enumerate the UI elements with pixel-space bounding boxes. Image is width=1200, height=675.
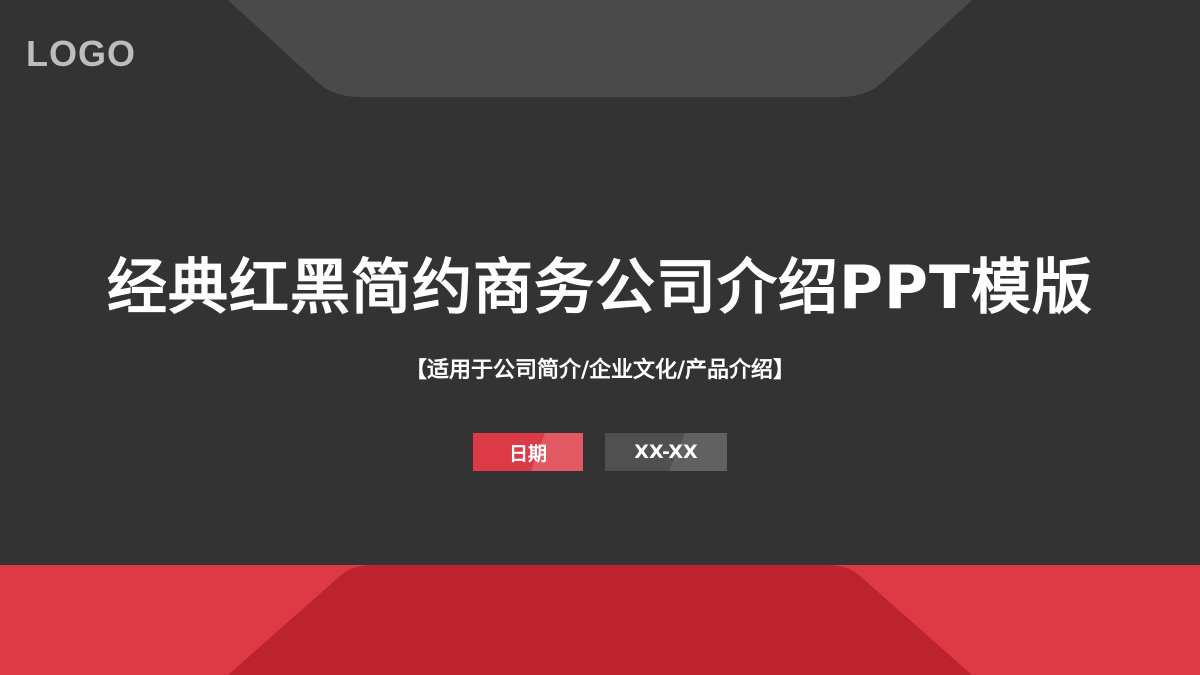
bottom-band-dark (228, 565, 972, 675)
date-label: 日期 (508, 442, 547, 465)
slide: LOGO 经典红黑简约商务公司介绍PPT模版 【适用于公司简介/企业文化/产品介… (0, 0, 1200, 675)
date-value-tag: XX-XX (605, 433, 727, 471)
page-subtitle: 【适用于公司简介/企业文化/产品介绍】 (404, 358, 796, 383)
background-shapes (0, 0, 1200, 675)
date-value: XX-XX (634, 441, 698, 463)
date-label-tag: 日期 (473, 433, 583, 471)
page-title: 经典红黑简约商务公司介绍PPT模版 (107, 253, 1093, 323)
top-panel-shape (228, 0, 972, 97)
logo: LOGO (26, 33, 136, 74)
